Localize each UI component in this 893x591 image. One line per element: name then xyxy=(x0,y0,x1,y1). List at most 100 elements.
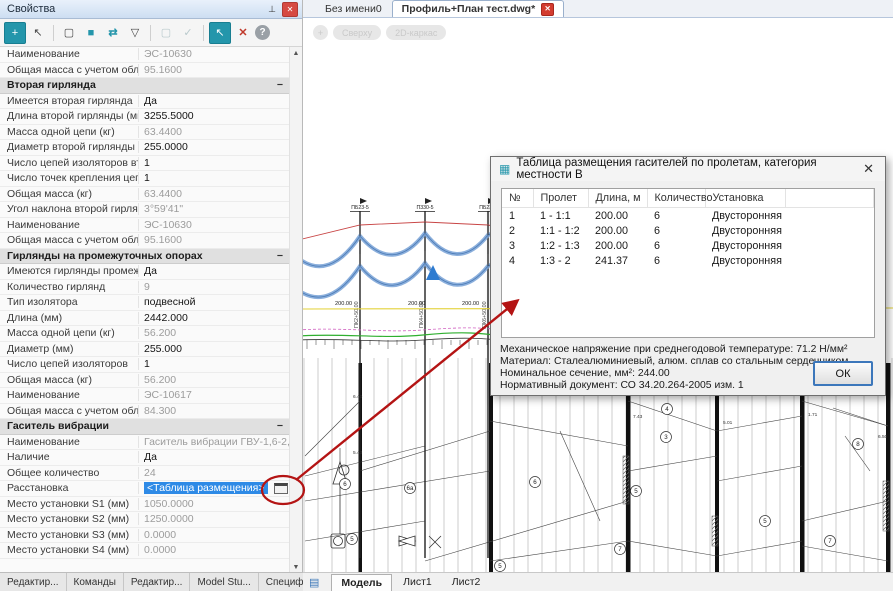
layout-tab-лист2[interactable]: Лист2 xyxy=(443,574,490,590)
property-row[interactable]: Общая масса (кг)63.4400 xyxy=(0,187,291,203)
scroll-up-icon[interactable]: ▲ xyxy=(293,47,300,60)
property-row[interactable]: НаименованиеЭС-10630 xyxy=(0,218,291,234)
property-value[interactable]: Да xyxy=(138,95,291,107)
property-row[interactable]: Общая масса (кг)56.200 xyxy=(0,373,291,389)
property-row[interactable]: Общая масса с учетом обледене...84.300 xyxy=(0,404,291,420)
property-value[interactable]: 24 xyxy=(138,467,291,479)
property-row[interactable]: Расстановка<Таблица размещения> xyxy=(0,481,291,497)
property-row[interactable]: Диаметр второй гирлянды (мм)255.0000 xyxy=(0,140,291,156)
property-value[interactable]: 1250.0000 xyxy=(138,513,291,525)
clear-selection-icon[interactable]: ✕ xyxy=(233,23,253,43)
select-window-icon[interactable]: ■ xyxy=(81,23,101,43)
property-row[interactable]: Количество гирлянд9 xyxy=(0,280,291,296)
property-row[interactable]: Длина второй гирлянды (мм)3255.5000 xyxy=(0,109,291,125)
property-row[interactable]: НаличиеДа xyxy=(0,450,291,466)
property-value[interactable]: 63.4400 xyxy=(138,188,291,200)
property-value[interactable]: 84.300 xyxy=(138,405,291,417)
property-value[interactable]: <Таблица размещения> xyxy=(138,482,291,494)
property-row[interactable]: Место установки S1 (мм)1050.0000 xyxy=(0,497,291,513)
layout-tab-лист1[interactable]: Лист1 xyxy=(394,574,441,590)
property-row[interactable]: Диаметр (мм)255.000 xyxy=(0,342,291,358)
open-table-button[interactable] xyxy=(274,483,288,494)
property-value[interactable]: 1 xyxy=(138,157,291,169)
view-direction-button[interactable]: Сверху xyxy=(333,25,381,40)
pin-icon[interactable]: ⊥ xyxy=(265,3,279,16)
property-row[interactable]: НаименованиеЭС-10617 xyxy=(0,388,291,404)
property-row[interactable]: Длина (мм)2442.000 xyxy=(0,311,291,327)
visual-style-button[interactable]: 2D-каркас xyxy=(386,25,446,40)
table-row[interactable]: 21:1 - 1:2200.006Двусторонняя xyxy=(502,223,874,238)
property-value[interactable]: ЭС-10617 xyxy=(138,389,291,401)
quick-select-icon[interactable]: ▢ xyxy=(156,23,176,43)
panel-tab-редактир-[interactable]: Редактир... xyxy=(124,573,191,591)
add-to-selection-icon[interactable]: + xyxy=(4,22,26,44)
property-section-header[interactable]: Вторая гирлянда− xyxy=(0,78,291,94)
property-section-header[interactable]: Гирлянды на промежуточных опорах− xyxy=(0,249,291,265)
property-row[interactable]: Общее количество24 xyxy=(0,466,291,482)
selection-rect-icon[interactable]: ▢ xyxy=(59,23,79,43)
property-value[interactable]: 1 xyxy=(138,358,291,370)
table-row[interactable]: 31:2 - 1:3200.006Двусторонняя xyxy=(502,238,874,253)
dialog-close-icon[interactable]: ✕ xyxy=(860,161,877,177)
drawing-canvas[interactable]: ПБ23-5П330-5ПБ23-5 ПК2+50.00ПК4+50.00ПК6… xyxy=(303,18,893,572)
property-value[interactable]: ЭС-10630 xyxy=(138,219,291,231)
property-row[interactable]: Угол наклона второй гирлянды3°59'41" xyxy=(0,202,291,218)
apply-selection-icon[interactable]: ✓ xyxy=(178,23,198,43)
property-value[interactable]: 56.200 xyxy=(138,327,291,339)
property-value[interactable]: ЭС-10630 xyxy=(138,48,291,60)
panel-tab-model-stu-[interactable]: Model Stu... xyxy=(190,573,258,591)
property-value[interactable]: 3°59'41" xyxy=(138,203,291,215)
property-value[interactable]: 255.0000 xyxy=(138,141,291,153)
panel-tab-команды[interactable]: Команды xyxy=(67,573,124,591)
panel-tab-редактир-[interactable]: Редактир... xyxy=(0,573,67,591)
property-value[interactable]: 63.4400 xyxy=(138,126,291,138)
document-tab[interactable]: Без имени0 xyxy=(315,0,392,17)
property-row[interactable]: Число цепей изоляторов1 xyxy=(0,357,291,373)
property-value[interactable]: 2442.000 xyxy=(138,312,291,324)
select-crossing-icon[interactable]: ⇄ xyxy=(103,23,123,43)
table-row[interactable]: 11 - 1:1200.006Двусторонняя xyxy=(502,208,874,224)
viewcube-plus-button[interactable]: + xyxy=(313,25,328,40)
property-value[interactable]: Да xyxy=(138,265,291,277)
property-row[interactable]: Имеется вторая гирляндаДа xyxy=(0,94,291,110)
property-value[interactable]: 255.000 xyxy=(138,343,291,355)
property-row[interactable]: Масса одной цепи (кг)63.4400 xyxy=(0,125,291,141)
property-row[interactable]: Место установки S2 (мм)1250.0000 xyxy=(0,512,291,528)
property-row[interactable]: Место установки S3 (мм)0.0000 xyxy=(0,528,291,544)
property-row[interactable]: НаименованиеГаситель вибрации ГВУ-1,6-2,… xyxy=(0,435,291,451)
property-row[interactable]: Тип изолятораподвесной xyxy=(0,295,291,311)
property-value[interactable]: подвесной xyxy=(138,296,291,308)
property-section-header[interactable]: Гаситель вибрации− xyxy=(0,419,291,435)
dialog-title-bar[interactable]: ▦ Таблица размещения гасителей по пролет… xyxy=(491,157,885,181)
table-row[interactable]: 41:3 - 2241.376Двусторонняя xyxy=(502,253,874,268)
property-value[interactable]: 1 xyxy=(138,172,291,184)
document-tab[interactable]: Профиль+План тест.dwg*✕ xyxy=(392,0,565,17)
property-row[interactable]: Число цепей изоляторов второй ...1 xyxy=(0,156,291,172)
property-row[interactable]: НаименованиеЭС-10630 xyxy=(0,47,291,63)
property-row[interactable]: Число точек крепления цепей из...1 xyxy=(0,171,291,187)
document-tab-close-icon[interactable]: ✕ xyxy=(541,3,554,16)
property-value[interactable]: 3255.5000 xyxy=(138,110,291,122)
selection-filter-icon[interactable]: ▽ xyxy=(125,23,145,43)
panel-close-icon[interactable]: ✕ xyxy=(282,2,298,17)
property-value[interactable]: 1050.0000 xyxy=(138,498,291,510)
property-value[interactable]: 95.1600 xyxy=(138,64,291,76)
property-value[interactable]: 56.200 xyxy=(138,374,291,386)
property-row[interactable]: Имеются гирлянды промежуточ...Да xyxy=(0,264,291,280)
layouts-icon[interactable]: ▤ xyxy=(309,576,319,589)
property-row[interactable]: Масса одной цепи (кг)56.200 xyxy=(0,326,291,342)
property-value[interactable]: 0.0000 xyxy=(138,529,291,541)
cursor-icon[interactable]: ↖ xyxy=(28,23,48,43)
property-row[interactable]: Общая масса с учетом обледене...95.1600 xyxy=(0,233,291,249)
property-row[interactable]: Место установки S4 (мм)0.0000 xyxy=(0,543,291,559)
property-value[interactable]: 95.1600 xyxy=(138,234,291,246)
property-value[interactable]: 0.0000 xyxy=(138,544,291,556)
property-value[interactable]: Гаситель вибрации ГВУ-1,6-2,4 xyxy=(138,436,291,448)
layout-tab-модель[interactable]: Модель xyxy=(331,574,392,591)
grid-scrollbar[interactable]: ▲ ▼ xyxy=(289,47,302,574)
ok-button[interactable]: ОК xyxy=(813,361,873,386)
property-value[interactable]: Да xyxy=(138,451,291,463)
help-icon[interactable]: ? xyxy=(255,25,270,40)
property-row[interactable]: Общая масса с учетом обледене...95.1600 xyxy=(0,63,291,79)
property-value[interactable]: 9 xyxy=(138,281,291,293)
